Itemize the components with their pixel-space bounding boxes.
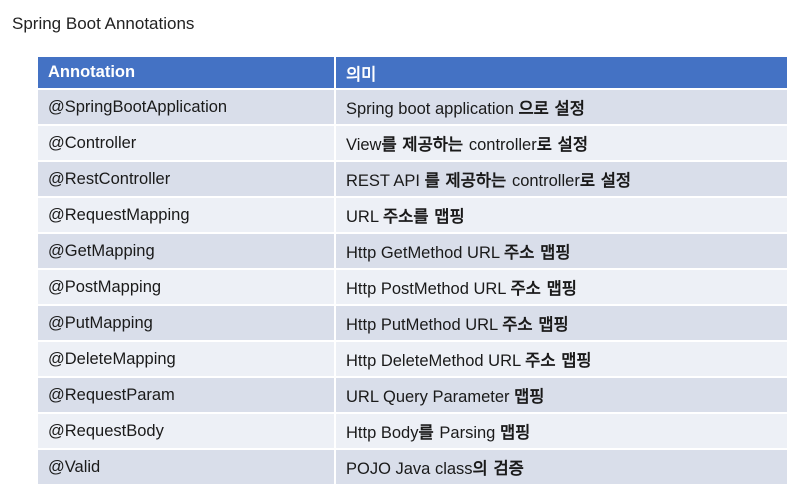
- meaning-cell: REST API 를 제공하는 controller로 설정: [335, 160, 787, 197]
- annotation-cell: @Valid: [38, 448, 336, 484]
- meaning-text: 를 제공하는: [424, 171, 512, 190]
- table-row: @RequestBody Http Body를 Parsing 맵핑: [38, 412, 787, 449]
- meaning-text: URL: [346, 208, 383, 226]
- meaning-text: 주소 맵핑: [504, 243, 571, 262]
- meaning-cell: Http GetMethod URL 주소 맵핑: [335, 232, 787, 269]
- annotation-cell: @RestController: [38, 160, 336, 197]
- annotations-table: Annotation 의미 @SpringBootApplication Spri…: [38, 57, 787, 484]
- meaning-text: 맵핑: [499, 423, 531, 442]
- table-row: @SpringBootApplication Spring boot applic…: [38, 88, 787, 125]
- meaning-text: 맵핑: [514, 387, 545, 406]
- meaning-text: 주소를 맵핑: [382, 207, 465, 226]
- table-row: @PostMapping Http PostMethod URL 주소 맵핑: [38, 268, 787, 305]
- page-title: Spring Boot Annotations: [12, 14, 195, 33]
- annotation-cell: @DeleteMapping: [38, 340, 336, 377]
- column-header-annotation: Annotation: [38, 57, 336, 89]
- meaning-text: controller: [468, 136, 537, 154]
- annotation-cell: @RequestParam: [38, 376, 336, 413]
- meaning-text: Http PutMethod URL: [346, 316, 503, 334]
- column-header-meaning: 의미: [335, 57, 787, 89]
- meaning-cell: Http DeleteMethod URL 주소 맵핑: [335, 340, 787, 377]
- meaning-text: Http PostMethod URL: [346, 280, 511, 298]
- meaning-text: 주소 맵핑: [525, 351, 592, 370]
- meaning-cell: Spring boot application 으로 설정: [335, 88, 787, 125]
- table-header-row: Annotation 의미: [38, 57, 787, 89]
- meaning-text: 를: [418, 423, 440, 442]
- meaning-text: 주소 맵핑: [510, 279, 577, 298]
- annotation-cell: @PutMapping: [38, 304, 336, 341]
- meaning-text: 로 설정: [579, 171, 632, 190]
- meaning-text: URL Query Parameter: [346, 388, 515, 406]
- meaning-text: 를 제공하는: [381, 135, 469, 154]
- meaning-cell: Http PutMethod URL 주소 맵핑: [335, 304, 787, 341]
- table-row: @RestController REST API 를 제공하는 controlle…: [38, 160, 787, 197]
- table-row: @RequestMapping URL 주소를 맵핑: [38, 196, 787, 233]
- meaning-text: controller: [511, 172, 580, 190]
- meaning-text: REST API: [346, 172, 425, 190]
- annotation-cell: @GetMapping: [38, 232, 336, 269]
- meaning-text: View: [346, 136, 382, 154]
- annotation-cell: @PostMapping: [38, 268, 336, 305]
- annotation-cell: @RequestBody: [38, 412, 336, 449]
- meaning-cell: Http PostMethod URL 주소 맵핑: [335, 268, 787, 305]
- table-row: @DeleteMapping Http DeleteMethod URL 주소 맵…: [38, 340, 787, 377]
- table-row: @Controller View를 제공하는 controller로 설정: [38, 124, 787, 161]
- meaning-cell: URL 주소를 맵핑: [335, 196, 787, 233]
- meaning-cell: URL Query Parameter 맵핑: [335, 376, 787, 413]
- meaning-text: 의 검증: [472, 459, 524, 478]
- meaning-text: 로 설정: [536, 135, 589, 154]
- meaning-text: Http GetMethod URL: [346, 244, 505, 262]
- meaning-cell: View를 제공하는 controller로 설정: [335, 124, 787, 161]
- meaning-cell: Http Body를 Parsing 맵핑: [335, 412, 787, 449]
- table-row: @GetMapping Http GetMethod URL 주소 맵핑: [38, 232, 787, 269]
- annotation-cell: @Controller: [38, 124, 336, 161]
- annotation-cell: @RequestMapping: [38, 196, 336, 233]
- table-row: @PutMapping Http PutMethod URL 주소 맵핑: [38, 304, 787, 341]
- table-row: @Valid POJO Java class의 검증: [38, 448, 787, 484]
- meaning-text: 주소 맵핑: [502, 315, 569, 334]
- table-row: @RequestParam URL Query Parameter 맵핑: [38, 376, 787, 413]
- meaning-text: Http DeleteMethod URL: [346, 352, 526, 370]
- meaning-cell: POJO Java class의 검증: [335, 448, 787, 484]
- annotation-cell: @SpringBootApplication: [38, 88, 336, 125]
- meaning-text: Parsing: [439, 424, 500, 442]
- meaning-text: Http Body: [346, 424, 419, 442]
- meaning-text: Spring boot application: [346, 100, 519, 118]
- meaning-text: POJO Java class: [346, 460, 473, 478]
- meaning-text: 으로 설정: [518, 99, 585, 118]
